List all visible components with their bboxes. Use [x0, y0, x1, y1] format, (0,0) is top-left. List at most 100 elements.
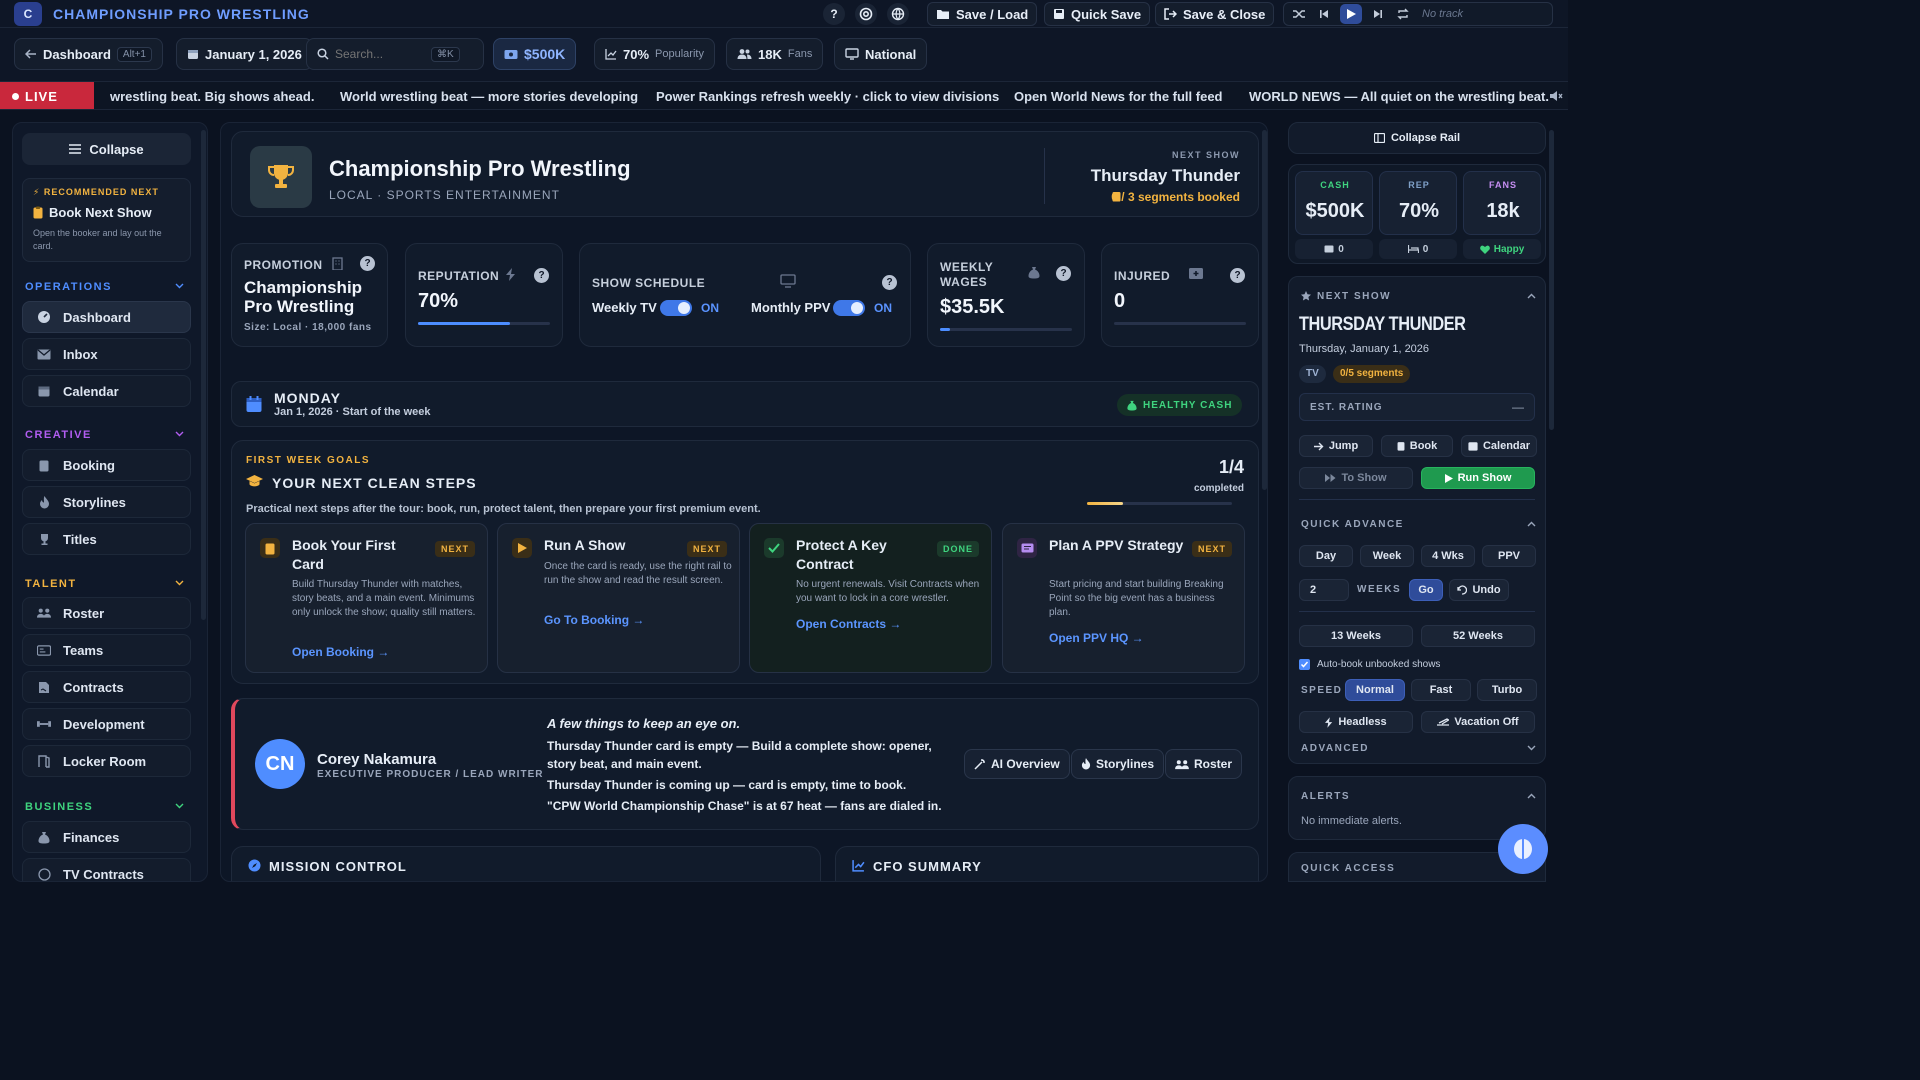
help-icon[interactable]: ?	[534, 268, 549, 283]
chevron-down-icon[interactable]	[175, 431, 184, 437]
sidebar-item-inbox[interactable]: Inbox	[22, 338, 191, 370]
advanced-toggle[interactable]: ADVANCED	[1301, 743, 1369, 754]
sidebar-item-finances[interactable]: Finances	[22, 821, 191, 853]
play-button[interactable]	[1340, 4, 1362, 24]
repeat-icon[interactable]	[1396, 7, 1410, 21]
settings-button[interactable]	[855, 3, 877, 25]
goal-card[interactable]: Protect A Key Contract DONE No urgent re…	[749, 523, 992, 673]
sidebar-item-roster[interactable]: Roster	[22, 597, 191, 629]
sidebar-item-tv-contracts[interactable]: TV Contracts	[22, 858, 191, 881]
vacation-toggle-button[interactable]: Vacation Off	[1421, 711, 1535, 733]
news-ticker[interactable]: LIVE wrestling beat. Big shows ahead. Wo…	[0, 82, 1568, 110]
cash-kpi[interactable]: CASH $500K	[1295, 171, 1373, 235]
date-display[interactable]: January 1, 2026	[176, 38, 313, 70]
advance-day-button[interactable]: Day	[1299, 545, 1353, 567]
section-operations[interactable]: OPERATIONS	[25, 281, 112, 293]
app-logo[interactable]: C	[14, 2, 42, 26]
save-close-button[interactable]: Save & Close	[1155, 2, 1275, 26]
speed-normal-button[interactable]: Normal	[1345, 679, 1405, 701]
sidebar-item-storylines[interactable]: Storylines	[22, 486, 191, 518]
storylines-button[interactable]: Storylines	[1071, 749, 1165, 779]
ticker-item[interactable]: wrestling beat. Big shows ahead.	[110, 89, 314, 104]
next-show-title[interactable]: Thursday Thunder	[1091, 166, 1240, 186]
advance-week-button[interactable]: Week	[1360, 545, 1414, 567]
advance-ppv-button[interactable]: PPV	[1482, 545, 1536, 567]
cash-pill[interactable]: $500K	[493, 38, 577, 70]
sidebar-item-contracts[interactable]: Contracts	[22, 671, 191, 703]
quick-save-button[interactable]: Quick Save	[1044, 2, 1151, 26]
help-icon[interactable]: ?	[882, 275, 897, 290]
speed-fast-button[interactable]: Fast	[1411, 679, 1471, 701]
calendar-button[interactable]: Calendar	[1461, 435, 1537, 457]
go-button[interactable]: Go	[1409, 579, 1443, 601]
chevron-down-icon[interactable]	[175, 803, 184, 809]
sidebar-item-dashboard[interactable]: Dashboard	[22, 301, 191, 333]
chevron-up-icon[interactable]	[1527, 521, 1536, 527]
save-load-button[interactable]: Save / Load	[927, 2, 1038, 26]
chevron-down-icon[interactable]	[175, 580, 184, 586]
advance-13-weeks-button[interactable]: 13 Weeks	[1299, 625, 1413, 647]
recommended-next-card[interactable]: ⚡ RECOMMENDED NEXT Book Next Show Open t…	[22, 178, 191, 262]
go-to-booking-link[interactable]: Go To Booking →	[544, 613, 644, 627]
sidebar-item-titles[interactable]: Titles	[22, 523, 191, 555]
ticker-item[interactable]: Open World News for the full feed	[1014, 89, 1223, 104]
roster-button[interactable]: Roster	[1165, 749, 1243, 779]
help-button[interactable]: ?	[823, 3, 845, 25]
fans-pill[interactable]: 18K Fans	[726, 38, 824, 70]
open-ppv-hq-link[interactable]: Open PPV HQ →	[1049, 631, 1144, 645]
goal-card[interactable]: Book Your First Card NEXT Build Thursday…	[245, 523, 488, 673]
advance-4-weeks-button[interactable]: 4 Wks	[1421, 545, 1475, 567]
ticker-item[interactable]: World wrestling beat — more stories deve…	[340, 89, 638, 104]
dashboard-nav-button[interactable]: Dashboard Alt+1	[14, 38, 163, 70]
sidebar-item-locker-room[interactable]: Locker Room	[22, 745, 191, 777]
injured-card[interactable]: INJURED ? 0	[1101, 243, 1259, 347]
chevron-up-icon[interactable]	[1527, 293, 1536, 299]
weeks-input[interactable]: 2	[1299, 579, 1349, 601]
advance-52-weeks-button[interactable]: 52 Weeks	[1421, 625, 1535, 647]
popularity-pill[interactable]: 70% Popularity	[594, 38, 715, 70]
reputation-stat-card[interactable]: REPUTATION ? 70%	[405, 243, 563, 347]
rep-kpi[interactable]: REP 70%	[1379, 171, 1457, 235]
sidebar-item-calendar[interactable]: Calendar	[22, 375, 191, 407]
jump-button[interactable]: Jump	[1299, 435, 1373, 457]
region-pill[interactable]: National	[834, 38, 928, 70]
promotion-stat-card[interactable]: PROMOTION ? Championship Pro Wrestling S…	[231, 243, 388, 347]
ai-overview-button[interactable]: AI Overview	[964, 749, 1070, 779]
open-contracts-link[interactable]: Open Contracts →	[796, 617, 901, 631]
assistant-fab[interactable]	[1498, 824, 1548, 874]
help-icon[interactable]: ?	[1056, 266, 1071, 281]
sidebar-item-teams[interactable]: Teams	[22, 634, 191, 666]
sidebar-item-booking[interactable]: Booking	[22, 449, 191, 481]
help-icon[interactable]: ?	[360, 256, 375, 271]
ticker-item[interactable]: WORLD NEWS — All quiet on the wrestling …	[1249, 89, 1549, 104]
speed-turbo-button[interactable]: Turbo	[1477, 679, 1537, 701]
headless-button[interactable]: Headless	[1299, 711, 1413, 733]
sidebar-collapse-button[interactable]: Collapse	[22, 133, 191, 165]
undo-button[interactable]: Undo	[1449, 579, 1509, 601]
goal-card[interactable]: Plan A PPV Strategy NEXT Start pricing a…	[1002, 523, 1245, 673]
mini-stat[interactable]: 0	[1295, 239, 1373, 259]
monthly-ppv-toggle[interactable]	[833, 300, 865, 316]
language-button[interactable]	[887, 3, 909, 25]
search-input[interactable]	[335, 47, 425, 61]
sidebar-scrollbar[interactable]	[201, 130, 206, 620]
next-icon[interactable]	[1372, 7, 1384, 21]
help-icon[interactable]: ?	[1230, 268, 1245, 283]
section-talent[interactable]: TALENT	[25, 578, 77, 590]
sidebar-item-development[interactable]: Development	[22, 708, 191, 740]
main-scrollbar[interactable]	[1262, 130, 1267, 490]
morale-badge[interactable]: Happy	[1463, 239, 1541, 259]
weekly-tv-toggle[interactable]	[660, 300, 692, 316]
section-business[interactable]: BUSINESS	[25, 801, 93, 813]
autobook-checkbox[interactable]	[1299, 659, 1310, 670]
mute-icon[interactable]	[1549, 89, 1563, 103]
chevron-down-icon[interactable]	[175, 283, 184, 289]
shuffle-icon[interactable]	[1292, 7, 1306, 21]
chevron-up-icon[interactable]	[1527, 793, 1536, 799]
search-box[interactable]: ⌘K	[306, 38, 484, 70]
fans-kpi[interactable]: FANS 18k	[1463, 171, 1541, 235]
previous-icon[interactable]	[1318, 7, 1330, 21]
chevron-down-icon[interactable]	[1527, 745, 1536, 751]
rail-scrollbar[interactable]	[1549, 130, 1554, 430]
ticker-item[interactable]: Power Rankings refresh weekly · click to…	[656, 89, 999, 104]
